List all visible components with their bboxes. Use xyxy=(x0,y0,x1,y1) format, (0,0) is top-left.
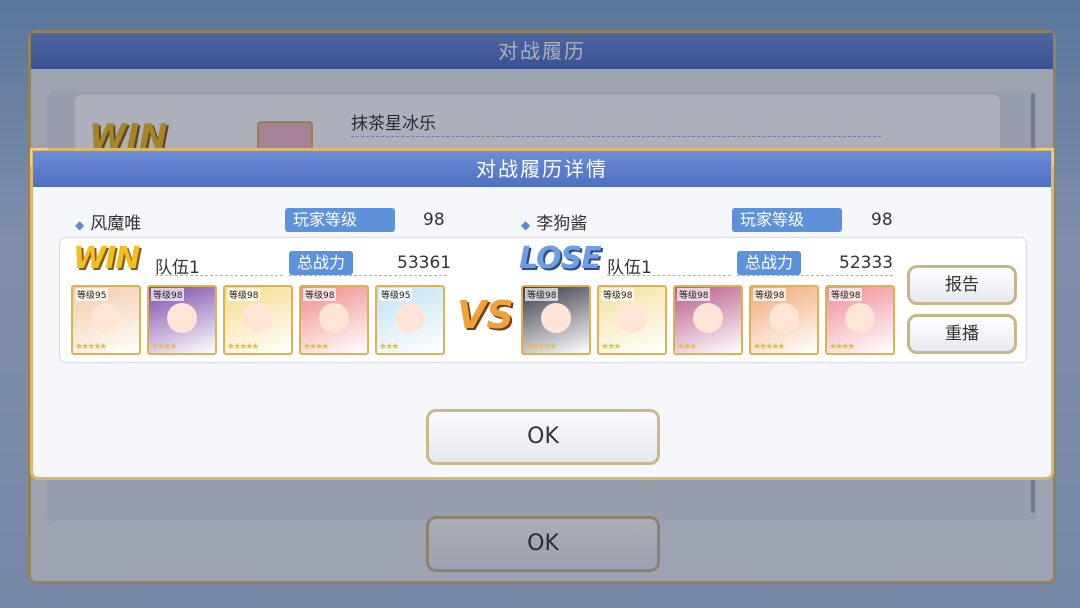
unit-level: 等级98 xyxy=(525,288,559,301)
unit-level: 等级98 xyxy=(151,288,185,301)
right-power-tag: 总战力 xyxy=(737,251,802,275)
unit-portrait[interactable]: 等级95 ★★★★★ xyxy=(71,285,141,355)
corner-ornament xyxy=(30,148,48,166)
left-player-name: 风魔唯 xyxy=(90,214,142,234)
star-rating: ★★★★★ xyxy=(227,342,259,352)
character-face xyxy=(243,303,273,333)
star-rating: ★★★ xyxy=(601,342,621,352)
left-total-power: 53361 xyxy=(397,253,452,273)
divider xyxy=(737,275,893,276)
character-face xyxy=(845,303,875,333)
unit-portrait[interactable]: 等级98 ★★★★★ xyxy=(749,285,819,355)
battle-detail-dialog: 对战履历详情 ◆ 风魔唯 玩家等级 98 ◆ 李狗酱 玩家等级 98 WIN 队伍1… xyxy=(30,148,1054,480)
unit-portrait[interactable]: 等级98 ★★★★ xyxy=(299,285,369,355)
unit-portrait[interactable]: 等级98 ★★★ xyxy=(597,285,667,355)
report-button[interactable]: 报告 xyxy=(907,265,1017,305)
character-face xyxy=(769,303,799,333)
replay-button[interactable]: 重播 xyxy=(907,314,1017,354)
star-rating: ★★★★ xyxy=(303,342,329,352)
left-power-tag: 总战力 xyxy=(289,251,354,275)
diamond-icon: ◆ xyxy=(521,218,531,232)
unit-level: 等级95 xyxy=(379,288,413,301)
corner-ornament xyxy=(1036,148,1054,166)
left-player-level: 98 xyxy=(423,210,445,230)
divider xyxy=(607,275,731,276)
unit-portrait[interactable]: 等级98 ★★★★★ xyxy=(223,285,293,355)
unit-level: 等级98 xyxy=(753,288,787,301)
character-face xyxy=(395,303,425,333)
character-face xyxy=(693,303,723,333)
right-total-power: 52333 xyxy=(839,253,894,273)
unit-level: 等级98 xyxy=(829,288,863,301)
lose-label: LOSE xyxy=(519,241,602,276)
star-rating: ★★★★ xyxy=(829,342,855,352)
star-rating: ★★★★★ xyxy=(525,342,557,352)
character-face xyxy=(617,303,647,333)
unit-portrait[interactable]: 等级98 ★★★★ xyxy=(825,285,895,355)
unit-level: 等级95 xyxy=(75,288,109,301)
diamond-icon: ◆ xyxy=(75,218,85,232)
unit-level: 等级98 xyxy=(227,288,261,301)
star-rating: ★★★★★ xyxy=(75,342,107,352)
star-rating: ★★★ xyxy=(379,342,399,352)
character-face xyxy=(167,303,197,333)
divider xyxy=(155,275,283,276)
ok-button[interactable]: OK xyxy=(426,409,660,465)
unit-portrait[interactable]: 等级98 ★★★★ xyxy=(147,285,217,355)
character-face xyxy=(319,303,349,333)
battle-detail-title: 对战履历详情 xyxy=(33,151,1051,187)
left-level-tag: 玩家等级 xyxy=(285,208,395,232)
star-rating: ★★★★ xyxy=(151,342,177,352)
right-player-level: 98 xyxy=(871,210,893,230)
unit-portrait[interactable]: 等级98 ★★★ xyxy=(673,285,743,355)
right-player-name: 李狗酱 xyxy=(536,214,588,234)
unit-level: 等级98 xyxy=(601,288,635,301)
character-face xyxy=(541,303,571,333)
unit-portrait[interactable]: 等级98 ★★★★★ xyxy=(521,285,591,355)
left-player-name-row: ◆ 风魔唯 xyxy=(75,209,281,238)
star-rating: ★★★ xyxy=(677,342,697,352)
win-label: WIN xyxy=(73,241,140,276)
star-rating: ★★★★★ xyxy=(753,342,785,352)
character-face xyxy=(91,303,121,333)
unit-level: 等级98 xyxy=(677,288,711,301)
right-level-tag: 玩家等级 xyxy=(732,208,842,232)
unit-level: 等级98 xyxy=(303,288,337,301)
right-player-name-row: ◆ 李狗酱 xyxy=(521,209,727,238)
divider xyxy=(289,275,447,276)
unit-portrait[interactable]: 等级95 ★★★ xyxy=(375,285,445,355)
vs-label: VS xyxy=(457,293,514,337)
